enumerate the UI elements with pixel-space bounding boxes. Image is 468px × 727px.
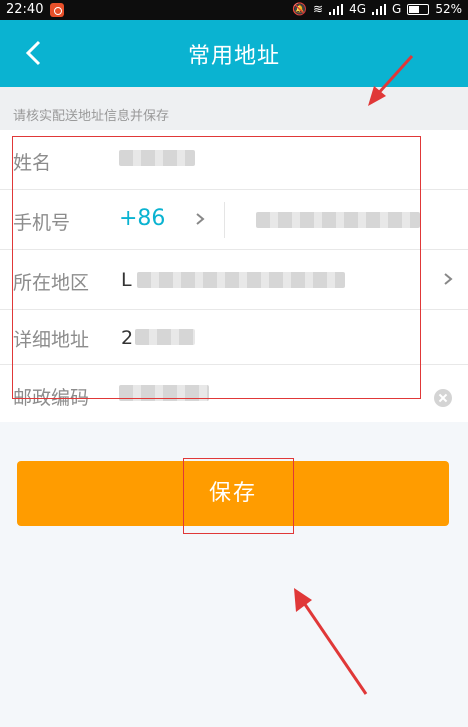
chevron-right-icon[interactable] bbox=[442, 273, 454, 285]
name-label: 姓名 bbox=[13, 152, 52, 174]
phone-row: 手机号 +86 bbox=[0, 190, 468, 250]
chevron-right-icon[interactable] bbox=[194, 213, 206, 225]
phone-input[interactable] bbox=[256, 212, 420, 228]
detail-row[interactable]: 详细地址 2 bbox=[0, 310, 468, 365]
detail-input[interactable] bbox=[135, 329, 195, 345]
postal-input[interactable] bbox=[119, 385, 209, 401]
wifi-icon: ≋ bbox=[313, 2, 324, 16]
region-value-start: L bbox=[121, 269, 132, 291]
region-row[interactable]: 所在地区 L bbox=[0, 250, 468, 310]
status-bar: 22:40 🔕 ≋ 4G G 52% bbox=[0, 0, 468, 20]
status-time: 22:40 bbox=[6, 2, 44, 17]
phone-label: 手机号 bbox=[13, 212, 71, 234]
hint-text: 请核实配送地址信息并保存 bbox=[13, 109, 170, 124]
detail-label: 详细地址 bbox=[13, 329, 90, 351]
annotation-arrow-bottom bbox=[294, 588, 368, 695]
address-form: 姓名 手机号 +86 所在地区 L 详细地址 2 邮政编码 bbox=[0, 130, 468, 422]
signal-icon bbox=[329, 3, 344, 15]
name-input[interactable] bbox=[119, 150, 195, 166]
notification-icon bbox=[50, 3, 64, 17]
vertical-divider bbox=[224, 202, 225, 238]
clear-icon[interactable] bbox=[434, 389, 452, 407]
battery-percent: 52% bbox=[435, 2, 462, 16]
detail-value-start: 2 bbox=[121, 327, 134, 349]
network-type-2: G bbox=[392, 2, 402, 16]
network-type: 4G bbox=[349, 2, 367, 16]
region-label: 所在地区 bbox=[13, 272, 90, 294]
postal-label: 邮政编码 bbox=[13, 387, 90, 409]
mute-icon: 🔕 bbox=[292, 2, 308, 16]
save-button[interactable]: 保存 bbox=[17, 461, 449, 526]
country-code[interactable]: +86 bbox=[119, 206, 165, 231]
region-value bbox=[137, 272, 345, 288]
signal-icon-2 bbox=[372, 3, 387, 15]
name-row[interactable]: 姓名 bbox=[0, 130, 468, 190]
postal-row[interactable]: 邮政编码 bbox=[0, 365, 468, 422]
battery-icon bbox=[407, 3, 430, 15]
annotation-arrow-top bbox=[368, 54, 414, 106]
status-right: 🔕 ≋ 4G G 52% bbox=[292, 2, 462, 16]
